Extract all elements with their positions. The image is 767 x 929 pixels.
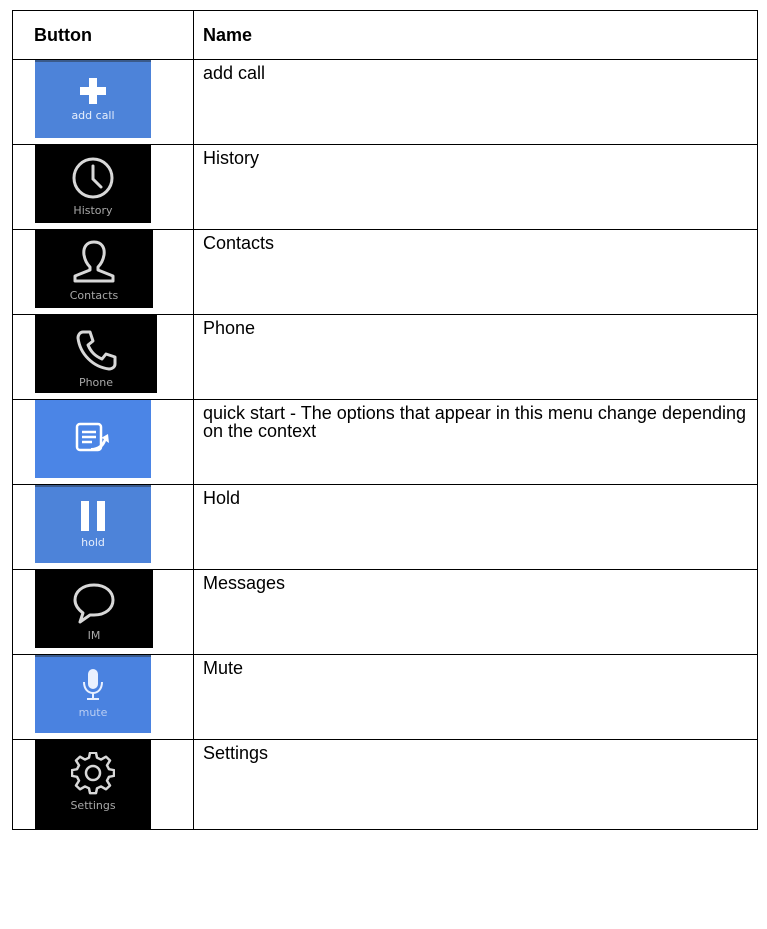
messages-caption: IM [87,629,101,642]
table-header-row: Button Name [12,10,758,60]
settings-button[interactable]: Settings [35,740,151,830]
mute-caption: mute [78,706,108,719]
header-button: Button [12,10,194,60]
microphone-icon [83,669,103,700]
mute-button[interactable]: mute [35,655,151,733]
table-row: History History [12,144,758,230]
phone-caption: Phone [78,376,114,389]
speech-bubble-icon [73,583,115,624]
button-cell: IM [12,569,194,655]
button-cell [12,399,194,485]
quick-start-button[interactable] [35,400,151,478]
table-row: Settings Settings [12,739,758,830]
table-row: IM Messages [12,569,758,655]
pause-icon [81,501,105,531]
button-cell: Phone [12,314,194,400]
button-cell: Contacts [12,229,194,315]
header-name: Name [193,10,758,60]
button-cell: add call [12,59,194,145]
add-call-icon [80,78,106,104]
hold-caption: hold [81,536,105,549]
quick-start-menu-icon [75,422,109,452]
button-cell: History [12,144,194,230]
clock-icon [72,157,114,199]
history-caption: History [73,204,113,217]
name-cell: add call [193,59,758,145]
messages-button[interactable]: IM [35,570,153,648]
phone-button[interactable]: Phone [35,315,157,393]
table-row: Phone Phone [12,314,758,400]
table-row: add call add call [12,59,758,145]
button-cell: mute [12,654,194,740]
table-row: Contacts Contacts [12,229,758,315]
name-cell: History [193,144,758,230]
name-cell: Phone [193,314,758,400]
contacts-button[interactable]: Contacts [35,230,153,308]
name-cell: Messages [193,569,758,655]
table-row: hold Hold [12,484,758,570]
hold-button[interactable]: hold [35,485,151,563]
add-call-button[interactable]: add call [35,60,151,138]
name-cell: Settings [193,739,758,830]
contacts-caption: Contacts [69,289,119,302]
name-cell: Mute [193,654,758,740]
name-cell: quick start - The options that appear in… [193,399,758,485]
add-call-caption: add call [71,109,115,122]
contact-person-icon [73,240,115,283]
name-cell: Hold [193,484,758,570]
settings-caption: Settings [70,799,116,812]
button-cell: hold [12,484,194,570]
gear-icon [71,752,115,795]
table-row: quick start - The options that appear in… [12,399,758,485]
button-cell: Settings [12,739,194,830]
table-row: mute Mute [12,654,758,740]
phone-handset-icon [76,330,117,371]
buttons-table: Button Name add call add call History Hi… [12,10,758,830]
history-button[interactable]: History [35,145,151,223]
name-cell: Contacts [193,229,758,315]
